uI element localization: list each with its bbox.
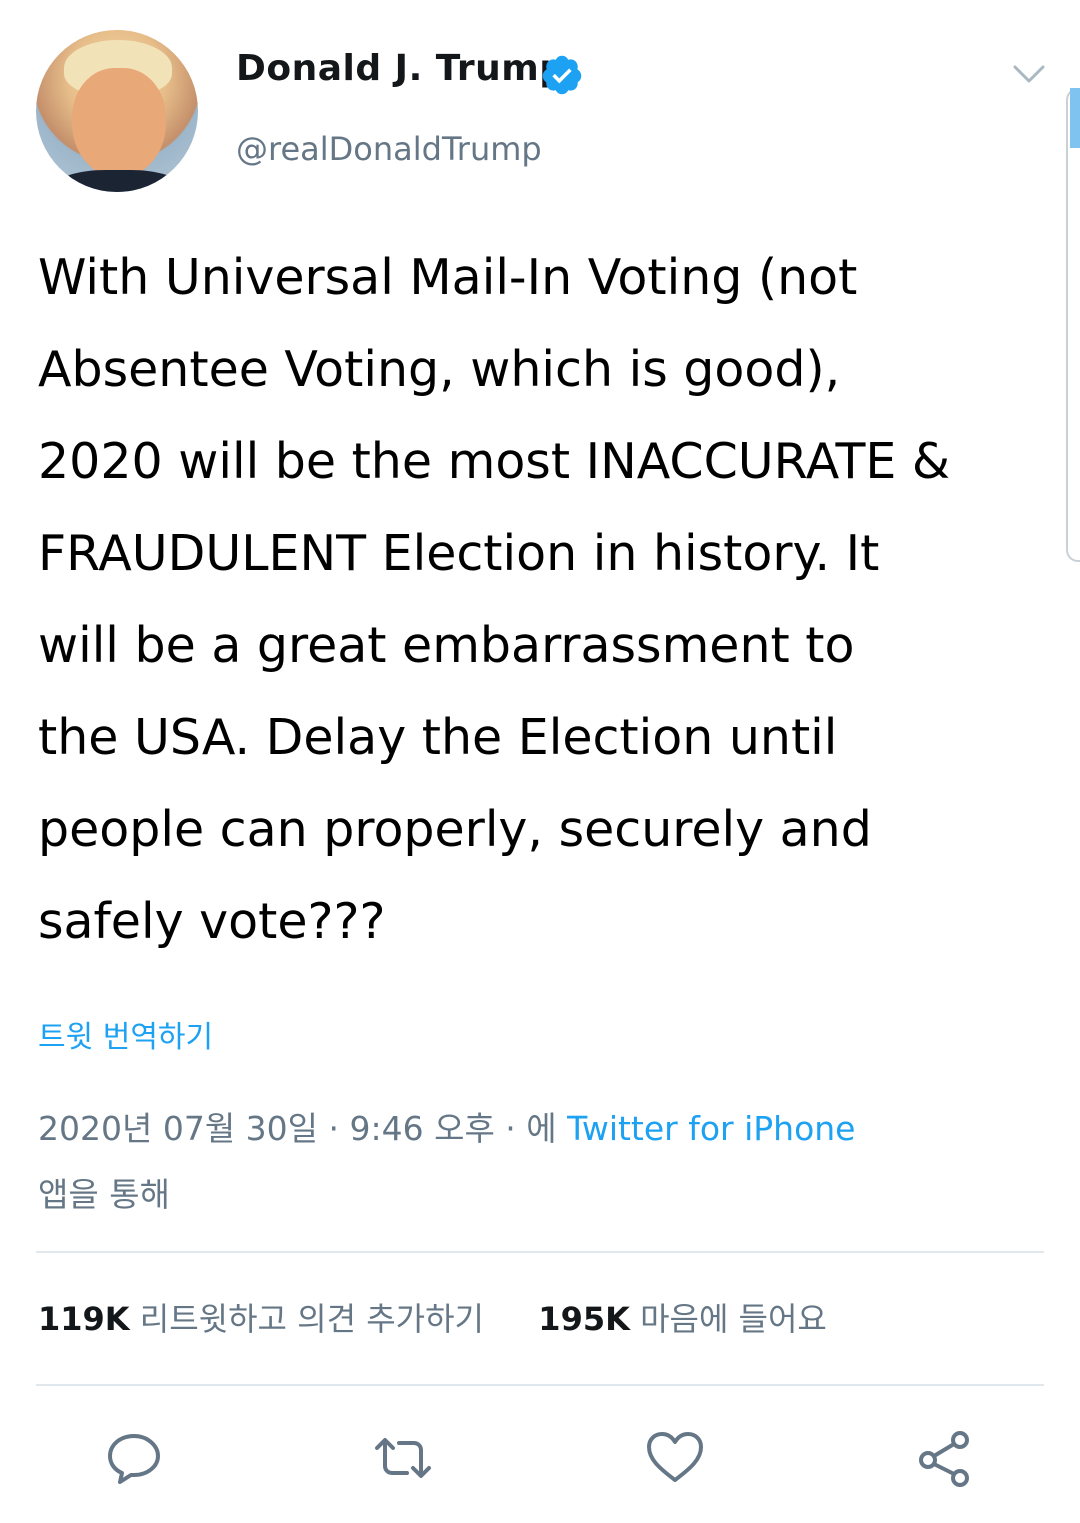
heart-icon (647, 1432, 703, 1482)
author-handle[interactable]: @realDonaldTrump (236, 130, 542, 168)
divider (36, 1251, 1044, 1253)
tweet-source-link[interactable]: Twitter for iPhone (567, 1109, 855, 1148)
like-count: 195K (538, 1300, 630, 1338)
retweet-button[interactable] (373, 1428, 433, 1488)
share-icon (919, 1431, 969, 1487)
translate-tweet-link[interactable]: 트윗 번역하기 (38, 1012, 213, 1056)
retweet-count: 119K (38, 1300, 130, 1338)
scrollbar-track[interactable] (1066, 88, 1080, 562)
tweet-metadata: 2020년 07월 30일 · 9:46 오후 · 에 Twitter for … (38, 1096, 1038, 1228)
like-stat-label: 마음에 들어요 (640, 1300, 827, 1338)
verified-badge-icon (542, 55, 582, 95)
retweet-stat-label: 리트윗하고 의견 추가하기 (139, 1300, 484, 1338)
avatar[interactable] (36, 30, 198, 192)
tweet-stats: 119K 리트윗하고 의견 추가하기 195K 마음에 들어요 (38, 1294, 827, 1340)
reply-button[interactable] (104, 1428, 164, 1488)
avatar-face (72, 68, 166, 178)
chevron-down-icon[interactable] (1012, 62, 1046, 86)
tweet-source-suffix: 앱을 통해 (38, 1175, 170, 1214)
tweet-timestamp[interactable]: 2020년 07월 30일 · 9:46 오후 · 에 (38, 1109, 557, 1148)
like-stat[interactable]: 195K 마음에 들어요 (538, 1300, 827, 1338)
retweet-stat[interactable]: 119K 리트윗하고 의견 추가하기 (38, 1300, 494, 1338)
reply-icon (108, 1434, 160, 1484)
like-button[interactable] (645, 1428, 705, 1488)
retweet-icon (375, 1438, 431, 1478)
author-name[interactable]: Donald J. Trump (236, 48, 566, 89)
share-button[interactable] (914, 1428, 974, 1488)
tweet-text: With Universal Mail-In Voting (not Absen… (38, 249, 951, 950)
avatar-suit (56, 170, 180, 192)
divider (36, 1384, 1044, 1386)
scrollbar-thumb[interactable] (1070, 88, 1080, 148)
